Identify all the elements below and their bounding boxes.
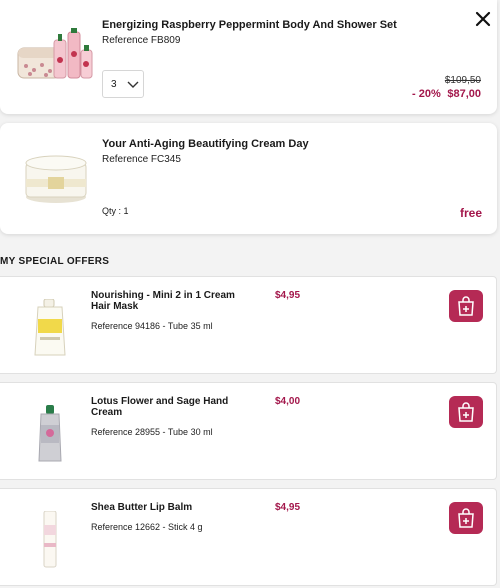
- quantity-text: Qty : 1: [102, 206, 129, 216]
- offer-item: Shea Butter Lip Balm $4,95 Reference 126…: [0, 488, 497, 586]
- offer-title[interactable]: Lotus Flower and Sage Hand Cream: [91, 396, 251, 418]
- chevron-down-icon: [127, 81, 139, 88]
- offer-price: $4,00: [275, 396, 301, 407]
- shopping-bag-add-icon: [458, 296, 474, 316]
- offer-reference: Reference 94186 - Tube 35 ml: [91, 321, 213, 331]
- product-image-hair-mask: [34, 299, 66, 356]
- product-image-lip-balm: [43, 511, 57, 568]
- cart-item-title[interactable]: Energizing Raspberry Peppermint Body And…: [102, 19, 397, 31]
- price-free: free: [459, 206, 482, 220]
- cart-item-title[interactable]: Your Anti-Aging Beautifying Cream Day: [102, 138, 309, 150]
- offer-reference: Reference 28955 - Tube 30 ml: [91, 427, 213, 437]
- product-image-cream-jar: [25, 155, 87, 203]
- product-image-hand-cream: [38, 405, 62, 462]
- offer-item: Lotus Flower and Sage Hand Cream $4,00 R…: [0, 382, 497, 480]
- product-image-gift-set: [17, 28, 93, 79]
- add-to-bag-button[interactable]: [449, 502, 483, 534]
- price: $87,00: [447, 88, 481, 100]
- add-to-bag-button[interactable]: [449, 396, 483, 428]
- cart-item-body-shower-set: Energizing Raspberry Peppermint Body And…: [0, 0, 497, 114]
- close-icon[interactable]: [474, 10, 492, 28]
- cart-item-day-cream: Your Anti-Aging Beautifying Cream Day Re…: [0, 123, 497, 234]
- add-to-bag-button[interactable]: [449, 290, 483, 322]
- offer-item: Nourishing - Mini 2 in 1 Cream Hair Mask…: [0, 276, 497, 374]
- cart-item-reference: Reference FB809: [102, 35, 181, 46]
- quantity-select[interactable]: 3: [102, 70, 144, 98]
- offer-title[interactable]: Shea Butter Lip Balm: [91, 502, 251, 513]
- offer-price: $4,95: [275, 502, 301, 513]
- old-price: $109,50: [444, 75, 481, 86]
- special-offers-title: MY SPECIAL OFFERS: [0, 256, 110, 267]
- shopping-bag-add-icon: [458, 402, 474, 422]
- cart-item-reference: Reference FC345: [102, 154, 181, 165]
- shopping-bag-add-icon: [458, 508, 474, 528]
- offer-reference: Reference 12662 - Stick 4 g: [91, 522, 203, 532]
- quantity-value: 3: [111, 78, 117, 90]
- discount-badge: - 20%: [412, 88, 441, 100]
- offer-title[interactable]: Nourishing - Mini 2 in 1 Cream Hair Mask: [91, 290, 251, 312]
- offer-price: $4,95: [275, 290, 301, 301]
